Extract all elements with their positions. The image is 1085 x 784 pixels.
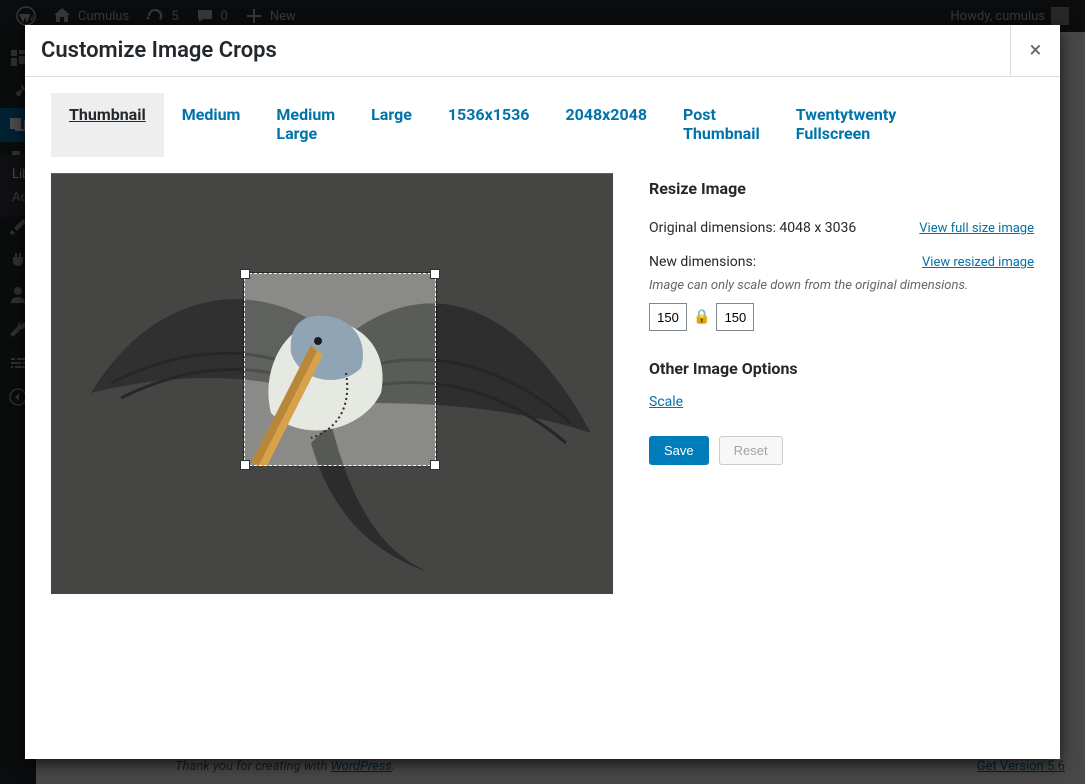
modal-title: Customize Image Crops <box>25 25 293 77</box>
height-input[interactable] <box>716 303 754 331</box>
view-full-size-link[interactable]: View full size image <box>919 221 1034 236</box>
tab-post-thumb[interactable]: Post Thumbnail <box>665 93 778 157</box>
tab-1536[interactable]: 1536x1536 <box>430 93 548 157</box>
tab-thumbnail[interactable]: Thumbnail <box>51 93 164 157</box>
original-dimensions: Original dimensions: 4048 x 3036 <box>649 220 856 236</box>
save-button[interactable]: Save <box>649 436 709 465</box>
crop-handle-bl[interactable] <box>240 460 250 470</box>
tab-2048[interactable]: 2048x2048 <box>547 93 665 157</box>
scale-note: Image can only scale down from the origi… <box>649 278 1034 293</box>
reset-button[interactable]: Reset <box>719 436 783 465</box>
crop-handle-br[interactable] <box>430 460 440 470</box>
crop-handle-tr[interactable] <box>430 269 440 279</box>
scale-link[interactable]: Scale <box>649 394 683 410</box>
other-options-heading: Other Image Options <box>649 359 1034 378</box>
tab-medium-large[interactable]: Medium Large <box>258 93 353 157</box>
tab-twentytwenty[interactable]: Twentytwenty Fullscreen <box>778 93 915 157</box>
crop-handle-tl[interactable] <box>240 269 250 279</box>
close-icon: × <box>1030 38 1042 63</box>
crop-selection[interactable] <box>244 273 436 466</box>
width-input[interactable] <box>649 303 687 331</box>
new-dimensions-label: New dimensions: <box>649 254 756 270</box>
view-resized-link[interactable]: View resized image <box>922 255 1034 270</box>
tab-medium[interactable]: Medium <box>164 93 259 157</box>
close-button[interactable]: × <box>1010 26 1060 76</box>
image-crop-area[interactable] <box>51 173 613 594</box>
resize-heading: Resize Image <box>649 179 1034 198</box>
crop-modal: Customize Image Crops × Thumbnail Medium… <box>25 25 1060 759</box>
size-tabs: Thumbnail Medium Medium Large Large 1536… <box>51 93 1034 157</box>
lock-icon[interactable]: 🔒 <box>693 309 710 325</box>
tab-large[interactable]: Large <box>353 93 430 157</box>
settings-panel: Resize Image Original dimensions: 4048 x… <box>649 173 1034 594</box>
